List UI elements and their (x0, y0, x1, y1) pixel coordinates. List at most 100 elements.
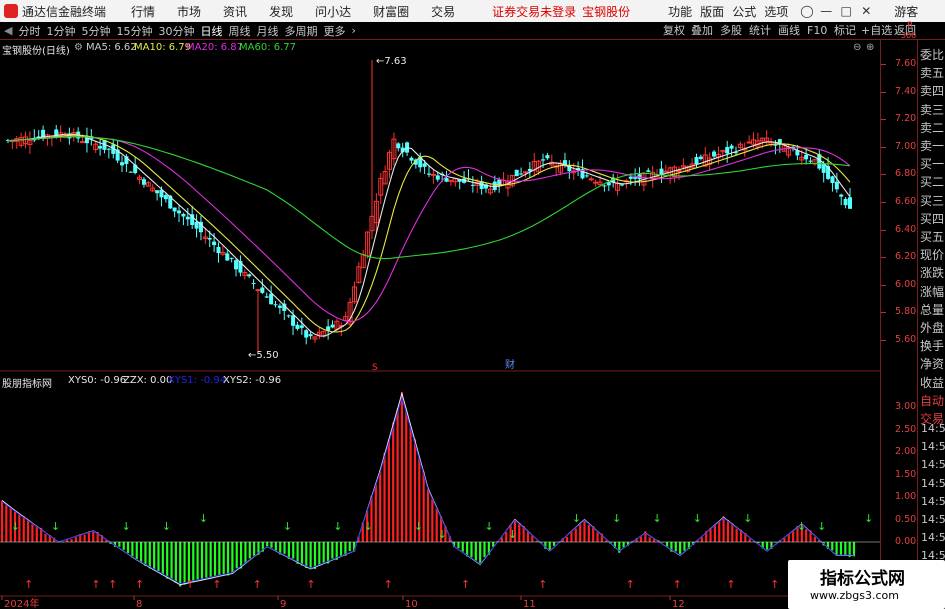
price-tick-label: 6.80 (895, 168, 917, 180)
period-30min[interactable]: 30分钟 (158, 23, 194, 39)
period-15min[interactable]: 15分钟 (116, 23, 152, 39)
guest-label[interactable]: 游客 (894, 3, 918, 20)
period-weekly[interactable]: 周线 (228, 23, 250, 39)
btn-mark[interactable]: 标记 (834, 22, 856, 40)
candle-body-down (264, 296, 269, 298)
date-tick-label: 2024年 (4, 597, 39, 609)
side-panel-item[interactable]: 买一 (920, 155, 944, 172)
side-panel-item[interactable]: 卖三 (920, 101, 944, 118)
menu-wealth[interactable]: 财富圈 (373, 3, 409, 20)
period-daily[interactable]: 日线 (200, 23, 222, 39)
side-panel-item[interactable]: 总量 (920, 301, 944, 318)
side-panel-item[interactable]: 卖二 (920, 119, 944, 136)
menu-ask[interactable]: 问小达 (315, 3, 351, 20)
candle-body-down (409, 157, 414, 161)
indicator-tick-label: 2.50 (895, 423, 917, 435)
candle-body-down (545, 155, 550, 159)
side-panel-item[interactable]: 收益 (920, 374, 944, 391)
menu-quotes[interactable]: 行情 (131, 3, 155, 20)
btn-f10[interactable]: F10 (807, 22, 827, 40)
high-price-label: ←7.63 (376, 56, 407, 67)
price-tick-label: 6.60 (895, 196, 917, 207)
period-more[interactable]: 更多 (323, 23, 345, 39)
candle-body-down (277, 305, 282, 308)
candle-body-down (773, 144, 778, 146)
chart-area[interactable]: 2024年89101112 ↑↑↑↑↑↑↑↑↑↑↑↑↑↑↑↑↓↓↓↓↓↓↓↓↓↓… (0, 40, 880, 609)
side-panel-item[interactable]: 卖四 (920, 82, 944, 99)
price-tick-label: 7.20 (895, 113, 917, 125)
candle-body-down (128, 171, 133, 173)
candle-body-down (207, 237, 212, 240)
candle-body-down (181, 213, 186, 217)
side-panel-item[interactable]: 涨幅 (920, 283, 944, 300)
menu-news[interactable]: 资讯 (223, 3, 247, 20)
side-panel-item[interactable]: 净资 (920, 355, 944, 372)
price-tick-label: 5.60 (895, 334, 917, 345)
period-5min[interactable]: 5分钟 (81, 23, 110, 39)
side-panel-item[interactable]: 现价 (920, 246, 944, 263)
settings-icon[interactable]: ⚙ (74, 42, 83, 53)
sell-arrow-icon: ↓ (693, 512, 702, 525)
candle-body-down (185, 216, 190, 220)
menu-layout[interactable]: 版面 (700, 3, 724, 20)
candle-body-down (444, 177, 449, 182)
candle-body-up (80, 141, 86, 144)
candle-body-down (729, 145, 734, 149)
date-tick-label: 8 (136, 599, 142, 609)
btn-add-watchlist[interactable]: +自选 (861, 22, 892, 40)
side-panel-item[interactable]: 自动 (920, 392, 944, 409)
menu-trade[interactable]: 交易 (431, 3, 455, 20)
more-chevron-icon[interactable]: › (351, 24, 355, 37)
btn-draw[interactable]: 画线 (778, 22, 800, 40)
menu-discover[interactable]: 发现 (269, 3, 293, 20)
candle-body-up (588, 178, 594, 181)
side-panel-item[interactable]: 买三 (920, 192, 944, 209)
side-panel-item[interactable]: 涨跌 (920, 264, 944, 281)
candle-body-down (295, 324, 300, 329)
side-panel-item[interactable]: 买四 (920, 210, 944, 227)
indicator-title[interactable]: 股朋指标网 (2, 375, 52, 390)
candle-body-down (646, 170, 651, 172)
menu-function[interactable]: 功能 (668, 3, 692, 20)
minimize-icon[interactable]: — (820, 4, 832, 18)
buy-arrow-icon: ↑ (212, 578, 221, 591)
period-monthly[interactable]: 月线 (256, 23, 278, 39)
indicator-tick-label: 2.00 (895, 446, 917, 457)
candle-body-up (255, 289, 261, 292)
candle-body-down (98, 146, 103, 149)
maximize-icon[interactable]: □ (840, 4, 852, 18)
side-panel-item[interactable]: 买二 (920, 173, 944, 190)
buy-arrow-icon: ↑ (185, 578, 194, 591)
trade-time-label: 14:56 (921, 513, 945, 526)
menu-formula[interactable]: 公式 (732, 3, 756, 20)
close-icon[interactable]: ✕ (860, 4, 872, 18)
candle-body-down (177, 210, 182, 214)
zoom-in-icon[interactable]: ⊕ (866, 42, 874, 53)
user-icon[interactable]: ◯ (800, 4, 813, 18)
indicator-tick-label: 1.50 (895, 468, 917, 480)
side-panel-item[interactable]: 换手 (920, 337, 944, 354)
candle-body-down (427, 173, 431, 175)
menu-options[interactable]: 选项 (764, 3, 788, 20)
indicator-series: ↑↑↑↑↑↑↑↑↑↑↑↑↑↑↑↑↓↓↓↓↓↓↓↓↓↓↓↓↓↓↓↓↓↓↓↓ (0, 391, 880, 591)
price-tick-label: 6.20 (895, 251, 917, 263)
btn-multi-stock[interactable]: 多股 (720, 22, 742, 40)
side-panel-item[interactable]: 卖五 (920, 64, 944, 81)
date-tick-label: 11 (523, 599, 536, 609)
login-notice[interactable]: 证券交易未登录 (492, 3, 576, 20)
side-panel-item[interactable]: 委比 (920, 46, 944, 63)
btn-adjust[interactable]: 复权 (663, 22, 685, 40)
sell-arrow-icon: ↓ (199, 512, 208, 525)
period-1min[interactable]: 1分钟 (46, 23, 75, 39)
btn-stats[interactable]: 统计 (749, 22, 771, 40)
watermark: 指标公式网 www.zbgs3.com (788, 560, 945, 609)
zoom-out-icon[interactable]: ⊖ (853, 42, 861, 53)
side-panel-item[interactable]: 买五 (920, 228, 944, 245)
side-panel-item[interactable]: 卖一 (920, 137, 944, 154)
side-panel-item[interactable]: 外盘 (920, 319, 944, 336)
period-multi[interactable]: 多周期 (284, 23, 317, 39)
period-intraday[interactable]: 分时 (18, 23, 40, 39)
xys2-label: XYS2: -0.96 (223, 375, 282, 386)
btn-overlay[interactable]: 叠加 (691, 22, 713, 40)
menu-market[interactable]: 市场 (177, 3, 201, 20)
